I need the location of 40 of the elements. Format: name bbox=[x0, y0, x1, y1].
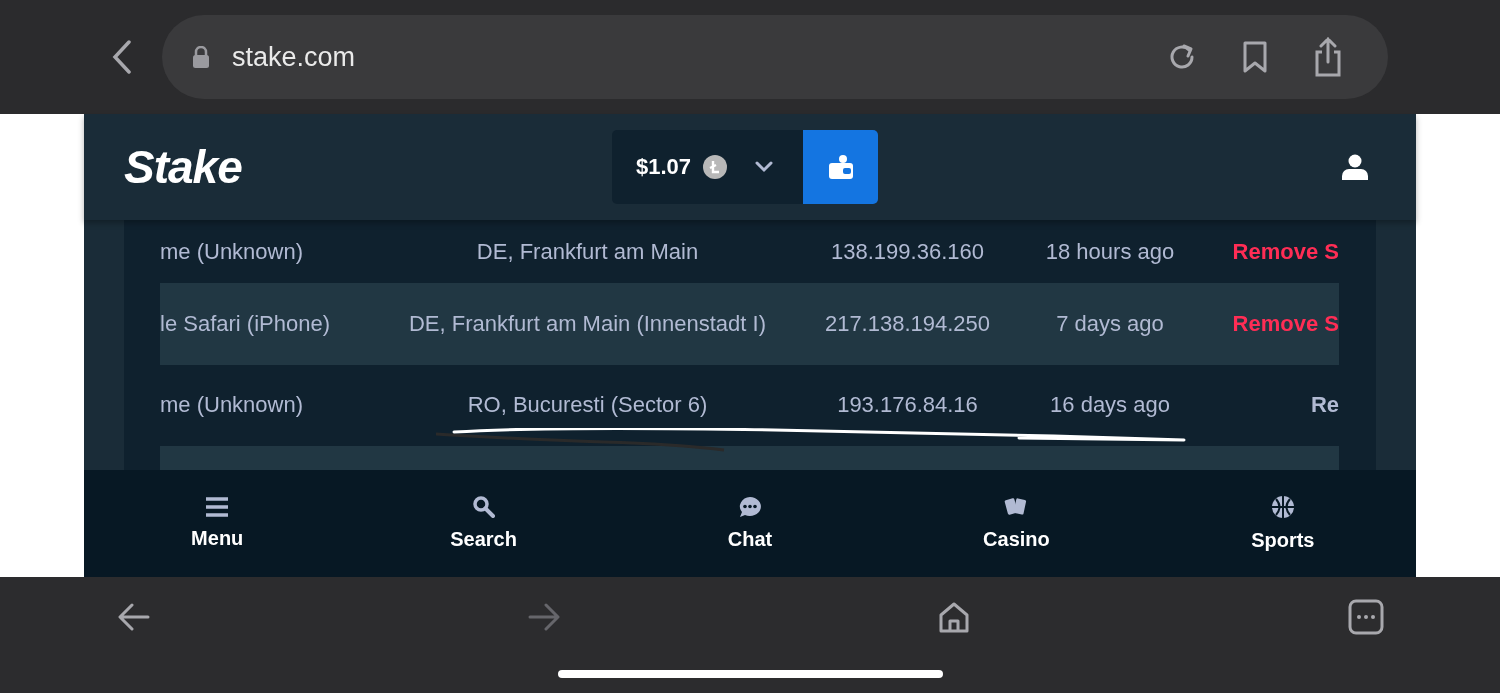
nav-tab[interactable]: Chat bbox=[616, 470, 884, 577]
ip-cell-text: 138.199.36.160 bbox=[830, 238, 985, 265]
location-cell-text: DE, Frankfurt am Main bbox=[475, 238, 700, 265]
time-cell-text: 7 days ago bbox=[1055, 310, 1165, 337]
address-bar[interactable]: stake.com bbox=[162, 15, 1388, 99]
caret-icon bbox=[755, 161, 774, 173]
cards-icon bbox=[1004, 496, 1029, 518]
wallet-icon bbox=[826, 154, 855, 180]
time-cell-text: 18 hours ago bbox=[1044, 238, 1176, 265]
ip-cell-text: 217.138.194.250 bbox=[823, 310, 992, 337]
back-arrow-icon[interactable] bbox=[118, 603, 150, 631]
ball-icon bbox=[1270, 495, 1295, 519]
user-icon[interactable] bbox=[1342, 154, 1368, 180]
nav-tab[interactable]: Sports bbox=[1149, 470, 1417, 577]
back-icon[interactable] bbox=[112, 40, 132, 74]
nav-tab[interactable]: Search bbox=[350, 470, 617, 577]
lock-icon bbox=[192, 46, 210, 68]
location-cell-text: RO, Bucuresti (Sector 6) bbox=[466, 392, 709, 419]
wallet-button[interactable] bbox=[803, 130, 879, 204]
chat-icon bbox=[738, 496, 762, 518]
url-text: stake.com bbox=[232, 41, 356, 73]
device-cell-text: me (Unknown) bbox=[160, 238, 305, 265]
nav-tab[interactable]: Casino bbox=[883, 470, 1150, 577]
coin-icon bbox=[703, 155, 728, 179]
device-cell-text: le Safari (iPhone) bbox=[160, 310, 331, 337]
ip-cell-text: 193.176.84.16 bbox=[836, 392, 979, 419]
menu-icon bbox=[206, 497, 229, 517]
forward-arrow-icon[interactable] bbox=[528, 603, 560, 631]
location-cell-text: DE, Frankfurt am Main (Innenstadt I) bbox=[408, 310, 767, 337]
remove-session-link[interactable]: Re bbox=[1210, 392, 1339, 419]
device-cell-text: me (Unknown) bbox=[160, 392, 305, 419]
balance-selector[interactable]: $1.07 bbox=[612, 130, 804, 204]
tabs-icon[interactable] bbox=[1348, 599, 1384, 635]
home-icon[interactable] bbox=[938, 601, 970, 633]
search-icon bbox=[472, 496, 495, 518]
time-cell-text: 16 days ago bbox=[1049, 392, 1171, 419]
bookmark-icon[interactable] bbox=[1242, 41, 1268, 73]
remove-session-link[interactable]: Remove S bbox=[1210, 238, 1339, 265]
logo[interactable]: Stake bbox=[124, 140, 242, 194]
nav-tab[interactable]: Menu bbox=[84, 470, 351, 577]
